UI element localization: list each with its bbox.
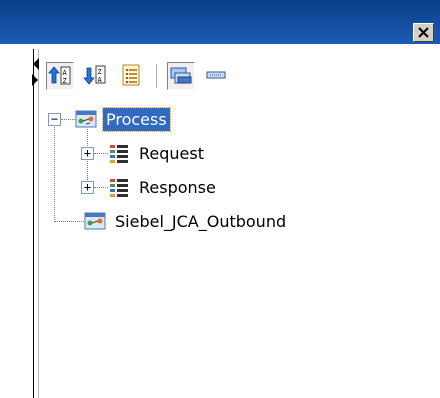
collapse-toggle[interactable]: − xyxy=(48,112,61,126)
triangle-arrows-icon xyxy=(32,58,39,86)
sort-ascending-icon: A Z xyxy=(48,66,71,85)
expand-toggle[interactable]: + xyxy=(81,146,94,160)
tree-node-siebel-jca-outbound[interactable]: Siebel_JCA_Outbound xyxy=(54,206,289,236)
tree-connector xyxy=(54,220,84,222)
expand-toggle[interactable]: + xyxy=(81,180,94,194)
panel-collapse-handle[interactable] xyxy=(30,54,40,98)
tree-node-label: Response xyxy=(139,177,216,197)
process-icon xyxy=(75,110,97,128)
minimize-icon xyxy=(206,71,226,79)
tree-node-process[interactable]: − Process xyxy=(48,104,171,134)
sort-ascending-button[interactable]: A Z xyxy=(46,62,74,90)
tree-connector xyxy=(94,186,108,188)
list-view-button[interactable] xyxy=(118,62,146,90)
tree-node-label: Siebel_JCA_Outbound xyxy=(115,211,287,231)
tree-node-request[interactable]: + Request xyxy=(81,138,207,168)
tree-node-response[interactable]: + Response xyxy=(81,172,219,202)
tree-node-label: Process xyxy=(102,106,171,132)
panel-left-border xyxy=(33,49,39,398)
panel-titlebar xyxy=(0,0,440,44)
process-tree: − Process + Request + Response Siebel_JC… xyxy=(48,104,438,244)
tree-node-label: Request xyxy=(139,143,204,163)
sort-descending-icon: Z A xyxy=(83,65,106,85)
toolbar-separator xyxy=(156,64,157,88)
toolbar: A Z Z A xyxy=(46,54,231,98)
service-icon xyxy=(84,212,106,230)
record-schema-icon xyxy=(110,145,128,163)
hierarchy-icon xyxy=(170,67,192,84)
list-icon xyxy=(122,64,140,86)
hierarchy-button[interactable] xyxy=(167,62,195,90)
svg-text:Z: Z xyxy=(98,68,102,76)
tree-connector xyxy=(61,118,75,120)
svg-text:Z: Z xyxy=(63,77,67,85)
sort-descending-button[interactable]: Z A xyxy=(82,62,110,90)
tree-connector xyxy=(94,152,108,154)
record-schema-icon xyxy=(110,179,128,197)
minimize-button[interactable] xyxy=(203,62,231,90)
close-icon xyxy=(418,27,429,38)
close-button[interactable] xyxy=(413,23,434,42)
